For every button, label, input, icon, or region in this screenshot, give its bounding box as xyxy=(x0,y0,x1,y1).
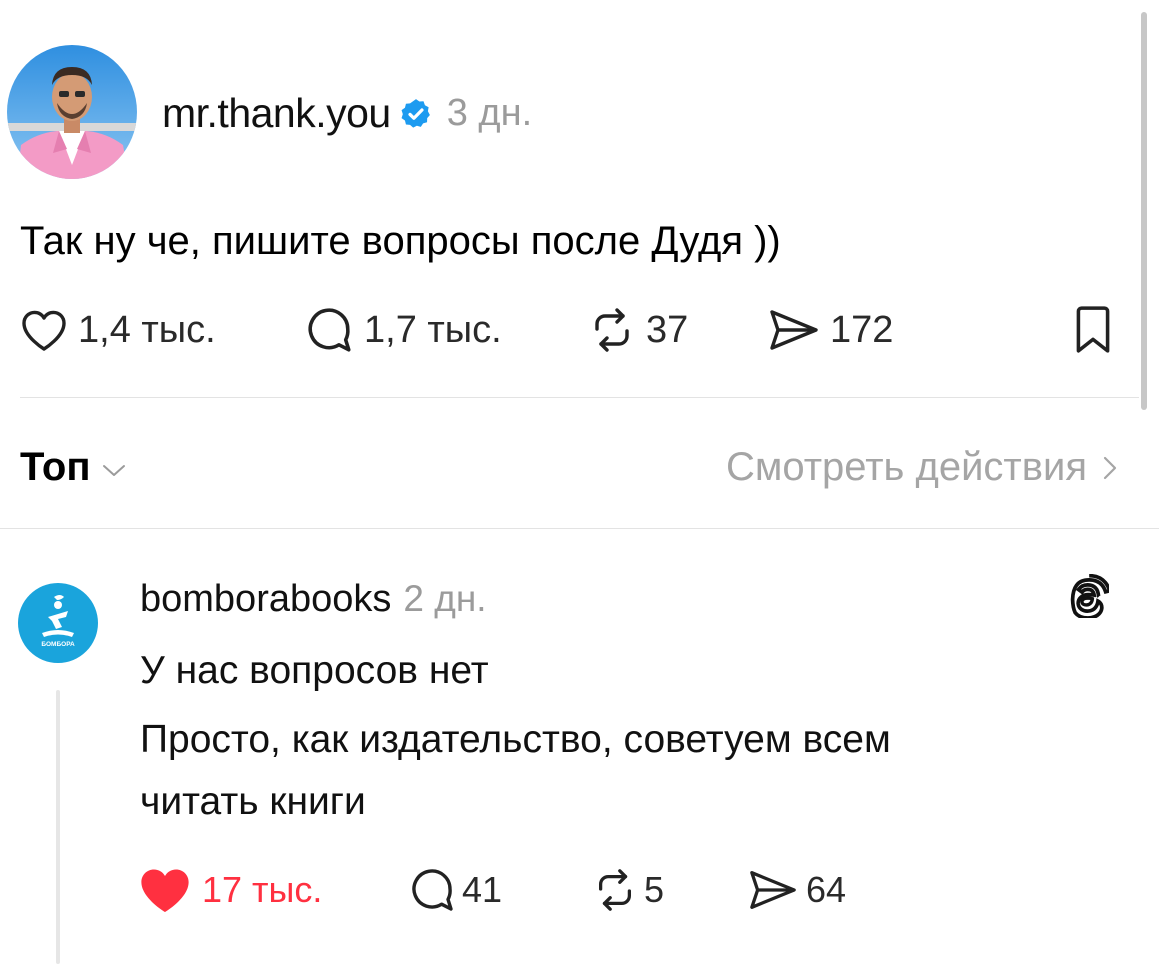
post-divider xyxy=(20,397,1139,398)
author-photo xyxy=(7,45,137,179)
reply-like-count: 17 тыс. xyxy=(202,869,323,910)
view-activity-link[interactable]: Смотреть действия xyxy=(726,445,1121,490)
reply-repost-count: 5 xyxy=(644,869,665,910)
reply-comment-count: 41 xyxy=(462,869,503,910)
share-icon xyxy=(750,871,796,909)
author-avatar[interactable] xyxy=(7,45,137,179)
chevron-down-icon xyxy=(102,464,125,476)
bookmark-icon xyxy=(1076,306,1110,353)
post-header: mr.thank.you 3 дн. xyxy=(162,92,532,135)
reply-username[interactable]: bomborabooks xyxy=(140,578,391,620)
chevron-right-icon xyxy=(1103,456,1117,479)
share-button[interactable]: 172 xyxy=(768,300,893,360)
heart-icon xyxy=(22,310,66,351)
reply-repost-button[interactable]: 5 xyxy=(592,860,664,920)
repost-button[interactable]: 37 xyxy=(588,300,688,360)
sort-dropdown[interactable]: Топ xyxy=(20,445,129,490)
like-button[interactable]: 1,4 тыс. xyxy=(20,300,216,360)
reply-like-button[interactable]: 17 тыс. xyxy=(138,860,322,920)
bombora-logo-icon: БОМБОРА xyxy=(41,595,75,648)
reply-share-button[interactable]: 64 xyxy=(748,860,846,920)
comment-icon xyxy=(412,869,453,911)
view-activity-label: Смотреть действия xyxy=(725,445,1087,489)
comment-icon xyxy=(308,308,351,352)
verified-badge-icon xyxy=(399,97,433,131)
avatar-brand-text: БОМБОРА xyxy=(41,641,75,648)
repost-icon xyxy=(598,869,632,911)
repost-icon xyxy=(595,308,629,352)
sort-label: Топ xyxy=(20,445,91,489)
reply-header: bomborabooks 2 дн. xyxy=(140,578,487,620)
reply-text-line-1: У нас вопросов нет xyxy=(140,649,489,692)
share-icon xyxy=(770,310,818,350)
post-text: Так ну че, пишите вопросы после Дудя )) xyxy=(20,219,781,263)
like-count: 1,4 тыс. xyxy=(78,308,216,351)
reply-comment-button[interactable]: 41 xyxy=(408,860,502,920)
bookmark-button[interactable] xyxy=(1073,300,1113,360)
scrollbar[interactable] xyxy=(1141,12,1147,410)
share-count: 172 xyxy=(830,308,894,351)
reply-text-line-2: Просто, как издательство, советуем всем xyxy=(140,718,891,761)
comment-count: 1,7 тыс. xyxy=(364,308,502,351)
post-time: 3 дн. xyxy=(446,92,533,134)
reply-share-count: 64 xyxy=(806,869,847,910)
section-divider xyxy=(0,528,1159,529)
reply-text-line-3: читать книги xyxy=(140,780,366,823)
heart-filled-icon xyxy=(141,869,189,913)
repost-count: 37 xyxy=(646,308,689,351)
reply-time: 2 дн. xyxy=(403,578,487,619)
reply-avatar[interactable]: БОМБОРА xyxy=(18,583,98,663)
thread-line xyxy=(56,690,60,964)
threads-logo-icon[interactable] xyxy=(1067,573,1113,623)
comment-button[interactable]: 1,7 тыс. xyxy=(304,300,502,360)
author-username[interactable]: mr.thank.you xyxy=(162,93,391,134)
